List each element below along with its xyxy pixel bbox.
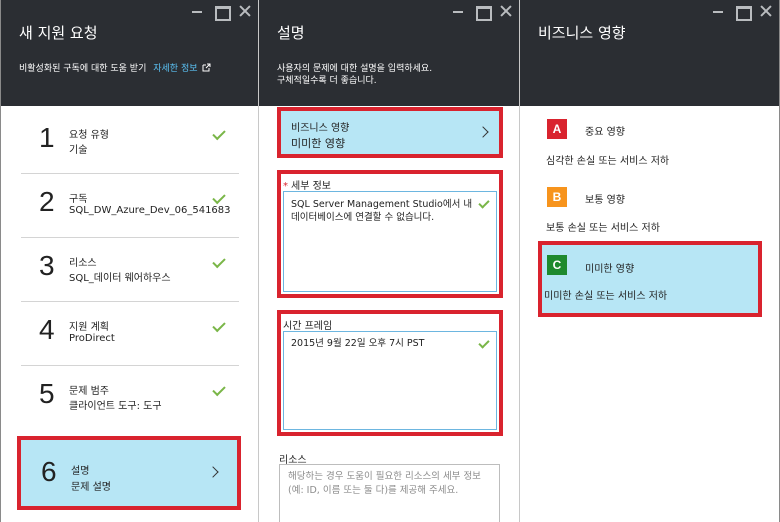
window-controls: [451, 4, 513, 21]
step-label: 구독: [69, 194, 88, 205]
details-textarea[interactable]: SQL Server Management Studio에서 내 데이터베이스에…: [283, 191, 497, 292]
step-resource[interactable]: 3 리소스 SQL_데이터 웨어하우스: [21, 238, 239, 302]
maximize-icon[interactable]: [735, 4, 752, 21]
check-icon: [212, 382, 226, 397]
option-title: 미미한 영향: [585, 264, 635, 275]
minimize-icon[interactable]: [711, 4, 725, 18]
timeframe-section: 시간 프레임 2015년 9월 22일 오후 7시 PST: [277, 310, 503, 436]
details-text: SQL Server Management Studio에서 내 데이터베이스에…: [291, 199, 473, 223]
check-icon: [212, 126, 226, 141]
step-value: ProDirect: [69, 333, 115, 344]
impact-label: 비즈니스 영향: [291, 123, 350, 134]
subtitle-line: 구체적일수록 더 좋습니다.: [277, 76, 377, 86]
step-description[interactable]: 6 설명 문제 설명: [17, 436, 241, 510]
business-impact-selector[interactable]: 비즈니스 영향 미미한 영향: [277, 107, 503, 158]
step-label: 지원 계획: [69, 322, 109, 333]
step-value: 기술: [69, 145, 88, 156]
learn-more-link[interactable]: 자세한 정보: [153, 64, 197, 74]
blade-header: 비즈니스 영향: [520, 0, 779, 106]
chevron-right-icon: [477, 126, 489, 138]
subtitle-line: 사용자의 문제에 대한 설명을 입력하세요.: [277, 64, 433, 74]
maximize-icon[interactable]: [475, 4, 492, 21]
impact-option-a[interactable]: A 중요 영향 심각한 손실 또는 서비스 저하: [520, 110, 780, 170]
blade-title: 비즈니스 영향: [538, 24, 626, 42]
impact-badge-c: C: [547, 255, 567, 275]
step-subscription[interactable]: 2 구독 SQL_DW_Azure_Dev_06_541683: [21, 174, 239, 238]
option-title: 보통 영향: [585, 195, 625, 206]
minimize-icon[interactable]: [190, 4, 204, 18]
timeframe-text: 2015년 9월 22일 오후 7시 PST: [291, 338, 425, 349]
check-icon: [478, 337, 490, 349]
step-number: 2: [39, 186, 55, 217]
blade-title: 새 지원 요청: [19, 24, 98, 42]
close-icon[interactable]: [759, 4, 773, 18]
resource-textarea[interactable]: 해당하는 경우 도움이 필요한 리소스의 세부 정보(예: ID, 이름 또는 …: [279, 464, 500, 522]
step-label: 요청 유형: [69, 130, 109, 141]
impact-badge-a: A: [547, 119, 567, 139]
option-title: 중요 영향: [585, 127, 625, 138]
option-description: 보통 손실 또는 서비스 저하: [546, 223, 660, 234]
impact-option-b[interactable]: B 보통 영향 보통 손실 또는 서비스 저하: [520, 178, 780, 238]
details-section: * 세부 정보 SQL Server Management Studio에서 내 …: [277, 170, 503, 298]
blade-header: 새 지원 요청 비활성화된 구독에 대한 도움 받기 자세한 정보: [1, 0, 258, 106]
maximize-icon[interactable]: [214, 4, 231, 21]
step-label: 설명: [71, 466, 90, 477]
step-value: 문제 설명: [71, 482, 111, 493]
option-description: 심각한 손실 또는 서비스 저하: [546, 156, 670, 167]
step-value: 클라이언트 도구: 도구: [69, 401, 162, 412]
subtitle-text: 비활성화된 구독에 대한 도움 받기: [19, 64, 147, 74]
close-icon[interactable]: [499, 4, 513, 18]
description-blade: 설명 사용자의 문제에 대한 설명을 입력하세요. 구체적일수록 더 좋습니다.…: [258, 0, 519, 522]
external-link-icon[interactable]: [202, 63, 211, 72]
window-controls: [190, 4, 252, 21]
blade-subtitle: 사용자의 문제에 대한 설명을 입력하세요. 구체적일수록 더 좋습니다.: [277, 63, 432, 87]
chevron-right-icon: [207, 466, 219, 478]
business-impact-blade: 비즈니스 영향 A 중요 영향 심각한 손실 또는 서비스 저하 B 보통 영향…: [519, 0, 780, 522]
step-problem-category[interactable]: 5 문제 범주 클라이언트 도구: 도구: [21, 366, 239, 430]
step-request-type[interactable]: 1 요청 유형 기술: [21, 110, 239, 174]
blade-header: 설명 사용자의 문제에 대한 설명을 입력하세요. 구체적일수록 더 좋습니다.: [259, 0, 519, 106]
step-support-plan[interactable]: 4 지원 계획 ProDirect: [21, 302, 239, 366]
minimize-icon[interactable]: [451, 4, 465, 18]
new-support-request-blade: 새 지원 요청 비활성화된 구독에 대한 도움 받기 자세한 정보 1 요청 유…: [0, 0, 258, 522]
step-number: 3: [39, 250, 55, 281]
option-description: 미미한 손실 또는 서비스 저하: [544, 291, 668, 302]
blade-title: 설명: [277, 24, 305, 42]
details-label: * 세부 정보: [283, 177, 331, 192]
check-icon: [212, 190, 226, 205]
impact-badge-b: B: [547, 187, 567, 207]
step-number: 6: [41, 456, 57, 487]
timeframe-label: 시간 프레임: [283, 321, 333, 332]
step-number: 4: [39, 314, 55, 345]
resource-placeholder: 해당하는 경우 도움이 필요한 리소스의 세부 정보(예: ID, 이름 또는 …: [288, 471, 481, 496]
check-icon: [212, 254, 226, 269]
timeframe-textarea[interactable]: 2015년 9월 22일 오후 7시 PST: [283, 331, 497, 430]
impact-value: 미미한 영향: [291, 137, 346, 150]
check-icon: [478, 197, 490, 209]
blade-subtitle: 비활성화된 구독에 대한 도움 받기 자세한 정보: [19, 63, 211, 75]
step-number: 5: [39, 378, 55, 409]
window-controls: [711, 4, 773, 21]
step-number: 1: [39, 122, 55, 153]
impact-option-c[interactable]: C 미미한 영향 미미한 손실 또는 서비스 저하: [538, 241, 762, 317]
step-value: SQL_DW_Azure_Dev_06_541683: [69, 205, 231, 216]
check-icon: [212, 318, 226, 333]
close-icon[interactable]: [238, 4, 252, 18]
step-label: 리소스: [69, 258, 97, 269]
step-value: SQL_데이터 웨어하우스: [69, 273, 171, 284]
step-label: 문제 범주: [69, 386, 109, 397]
